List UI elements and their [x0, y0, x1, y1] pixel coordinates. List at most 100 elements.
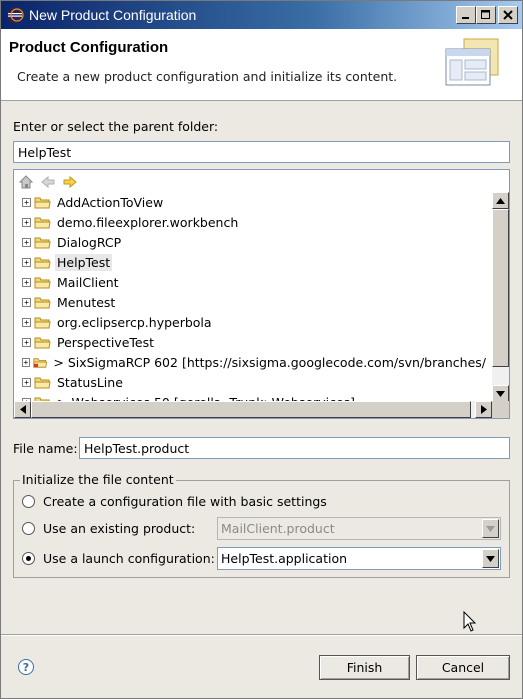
tree-item[interactable]: + MailClient	[18, 272, 488, 292]
file-name-label: File name:	[13, 441, 78, 456]
project-folder-icon	[34, 217, 51, 228]
expand-icon[interactable]: +	[22, 317, 31, 327]
tree-item-label: Menutest	[57, 294, 116, 310]
tree-item[interactable]: + AddActionToView	[18, 192, 488, 212]
scroll-left-button[interactable]	[14, 401, 31, 418]
back-arrow-icon[interactable]	[40, 174, 56, 190]
hscroll-thumb[interactable]	[31, 401, 471, 418]
tree-toolbar	[18, 173, 78, 191]
radio-launch-label: Use a launch configuration:	[43, 551, 215, 566]
chevron-down-icon	[486, 525, 495, 532]
existing-product-combo: MailClient.product	[217, 517, 501, 540]
tree-item-selected[interactable]: + HelpTest	[18, 252, 488, 272]
tree-vertical-scrollbar[interactable]	[492, 192, 509, 402]
window-title: New Product Configuration	[29, 7, 197, 23]
minimize-icon	[462, 17, 469, 19]
project-folder-icon	[34, 297, 51, 308]
tree-item[interactable]: + PerspectiveTest	[18, 332, 488, 352]
scroll-thumb[interactable]	[492, 209, 509, 367]
radio-basic-label: Create a configuration file with basic s…	[43, 494, 327, 509]
project-folder-icon	[34, 257, 51, 268]
chevron-down-icon	[486, 555, 495, 562]
scroll-down-button[interactable]	[492, 385, 509, 402]
scroll-right-button[interactable]	[475, 401, 492, 418]
tree-item[interactable]: + DialogRCP	[18, 232, 488, 252]
svn-project-folder-icon	[33, 357, 48, 368]
expand-icon[interactable]: +	[22, 237, 31, 247]
tree-horizontal-scrollbar[interactable]	[14, 401, 492, 418]
tree-item-label: demo.fileexplorer.workbench	[57, 214, 239, 230]
header-banner: Product Configuration Create a new produ…	[1, 29, 522, 101]
radio-existing-product[interactable]: Use an existing product:	[22, 521, 195, 536]
arrow-right-icon	[480, 405, 487, 414]
project-folder-icon	[34, 277, 51, 288]
scrollbar-corner	[492, 401, 509, 418]
mouse-pointer-icon	[463, 611, 477, 632]
file-name-input[interactable]: HelpTest.product	[79, 437, 510, 459]
project-folder-icon	[34, 317, 51, 328]
tree-item-label: MailClient	[57, 274, 119, 290]
radio-launch-configuration[interactable]: Use a launch configuration:	[22, 551, 215, 566]
maximize-button[interactable]	[476, 6, 496, 24]
home-icon[interactable]	[18, 174, 34, 190]
expand-icon[interactable]: +	[22, 357, 30, 367]
existing-product-value: MailClient.product	[221, 521, 335, 536]
arrow-left-icon	[19, 405, 26, 414]
expand-icon[interactable]: +	[22, 217, 31, 227]
radio-button[interactable]	[22, 522, 35, 535]
tree-item-label: > SixSigmaRCP 602 [https://sixsigma.goog…	[53, 354, 486, 370]
radio-basic-settings[interactable]: Create a configuration file with basic s…	[22, 494, 327, 509]
tree-item[interactable]: + > SixSigmaRCP 602 [https://sixsigma.go…	[18, 352, 488, 372]
tree-item[interactable]: + Menutest	[18, 292, 488, 312]
banner-title: Product Configuration	[9, 39, 169, 56]
tree-item[interactable]: + demo.fileexplorer.workbench	[18, 212, 488, 232]
project-folder-icon	[34, 237, 51, 248]
expand-icon[interactable]: +	[22, 337, 31, 347]
expand-icon[interactable]: +	[22, 257, 31, 267]
button-bar-separator	[1, 634, 522, 636]
tree-item-label: PerspectiveTest	[57, 334, 155, 350]
group-title: Initialize the file content	[20, 472, 176, 487]
tree-item[interactable]: + org.eclipsercp.hyperbola	[18, 312, 488, 332]
finish-button[interactable]: Finish	[319, 655, 410, 680]
tree-item-label: StatusLine	[57, 374, 123, 390]
forward-arrow-icon[interactable]	[62, 174, 78, 190]
project-folder-icon	[34, 377, 51, 388]
title-bar[interactable]: New Product Configuration	[1, 1, 522, 29]
arrow-up-icon	[496, 197, 505, 204]
radio-button[interactable]	[22, 495, 35, 508]
minimize-button[interactable]	[456, 6, 476, 24]
expand-icon[interactable]: +	[22, 297, 31, 307]
radio-dot-icon	[26, 556, 31, 561]
eclipse-icon	[7, 7, 24, 23]
combo-dropdown-button	[482, 519, 499, 538]
product-wizard-icon	[445, 38, 499, 86]
scroll-up-button[interactable]	[492, 192, 509, 209]
parent-folder-input[interactable]: HelpTest	[13, 141, 510, 163]
folder-tree[interactable]: + AddActionToView + demo.fileexplorer.wo…	[13, 169, 510, 419]
tree-list: + AddActionToView + demo.fileexplorer.wo…	[18, 192, 488, 402]
help-icon[interactable]: ?	[18, 659, 34, 675]
dialog-window: New Product Configuration Product Config…	[0, 0, 523, 699]
combo-dropdown-button[interactable]	[482, 549, 499, 568]
radio-button-selected[interactable]	[22, 552, 35, 565]
banner-description: Create a new product configuration and i…	[17, 69, 398, 84]
close-icon	[503, 10, 513, 20]
tree-item-label: org.eclipsercp.hyperbola	[57, 314, 212, 330]
cancel-button[interactable]: Cancel	[416, 655, 510, 680]
expand-icon[interactable]: +	[22, 277, 31, 287]
expand-icon[interactable]: +	[22, 377, 31, 387]
launch-configuration-value: HelpTest.application	[221, 551, 348, 566]
tree-item-label: DialogRCP	[57, 234, 122, 250]
close-button[interactable]	[498, 6, 518, 24]
tree-item[interactable]: + StatusLine	[18, 372, 488, 392]
arrow-down-icon	[496, 390, 505, 397]
expand-icon[interactable]: +	[22, 197, 31, 207]
initialize-content-group: Initialize the file content Create a con…	[13, 472, 510, 578]
radio-existing-label: Use an existing product:	[43, 521, 196, 536]
project-folder-icon	[34, 197, 51, 208]
project-folder-icon	[34, 337, 51, 348]
parent-folder-label: Enter or select the parent folder:	[13, 119, 219, 134]
launch-configuration-combo[interactable]: HelpTest.application	[217, 547, 501, 570]
tree-item-label: AddActionToView	[57, 194, 164, 210]
